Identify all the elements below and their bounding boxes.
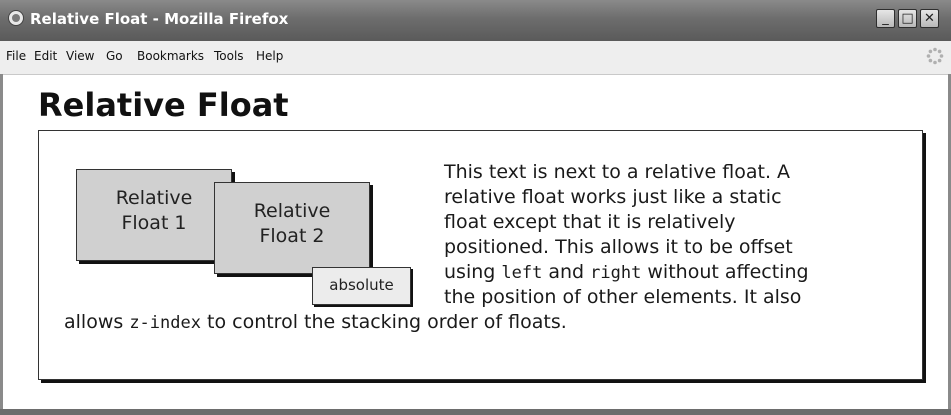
demo-container: Relative Float 1 Relative Float 2 absolu… — [38, 130, 923, 380]
menu-tools[interactable]: Tools — [214, 49, 244, 63]
menu-go[interactable]: Go — [106, 49, 123, 63]
minimize-button[interactable]: _ — [876, 9, 895, 28]
window-frame-bottom — [0, 409, 951, 415]
code-z-index: z-index — [129, 313, 201, 333]
paragraph-text: without affecting — [641, 261, 809, 283]
maximize-button[interactable]: □ — [898, 9, 917, 28]
paragraph-text: allows — [64, 311, 130, 333]
paragraph-text: to control the stacking order of floats. — [200, 311, 567, 333]
window-frame-left — [0, 74, 3, 409]
paragraph-line-5: using left and right without affecting — [444, 261, 809, 283]
float-1-line-1: Relative — [115, 187, 193, 209]
close-button[interactable]: ✕ — [920, 9, 939, 28]
close-icon: ✕ — [924, 11, 935, 26]
menu-edit[interactable]: Edit — [34, 49, 57, 63]
menu-help[interactable]: Help — [256, 49, 283, 63]
maximize-icon: □ — [901, 11, 914, 26]
paragraph-line-7: allows z-index to control the stacking o… — [64, 311, 567, 333]
page-title: Relative Float — [38, 86, 289, 124]
paragraph-line-2: relative float works just like a static — [444, 186, 782, 208]
menu-file[interactable]: File — [6, 49, 26, 63]
relative-float-1: Relative Float 1 — [76, 169, 232, 261]
relative-float-2: Relative Float 2 — [214, 182, 370, 274]
paragraph-line-3: float except that it is relatively — [444, 211, 736, 233]
code-right: right — [590, 263, 642, 283]
paragraph-text: using — [444, 261, 502, 283]
menu-view[interactable]: View — [66, 49, 94, 63]
float-1-line-2: Float 1 — [121, 212, 187, 234]
menu-bar: File Edit View Go Bookmarks Tools Help — [0, 41, 951, 75]
minimize-icon: _ — [882, 11, 889, 26]
firefox-icon — [8, 10, 24, 26]
code-left: left — [501, 263, 543, 283]
absolute-box: absolute — [312, 267, 411, 305]
throbber-icon — [926, 47, 944, 65]
paragraph-text: and — [542, 261, 591, 283]
paragraph-line-6: the position of other elements. It also — [444, 286, 802, 308]
window-title: Relative Float - Mozilla Firefox — [30, 10, 289, 28]
paragraph-line-1: This text is next to a relative float. A — [444, 161, 791, 183]
float-2-line-2: Float 2 — [259, 225, 325, 247]
title-bar[interactable]: Relative Float - Mozilla Firefox _ □ ✕ — [0, 0, 951, 42]
paragraph-line-4: positioned. This allows it to be offset — [444, 236, 793, 258]
menu-bookmarks[interactable]: Bookmarks — [137, 49, 204, 63]
float-2-line-1: Relative — [253, 200, 331, 222]
